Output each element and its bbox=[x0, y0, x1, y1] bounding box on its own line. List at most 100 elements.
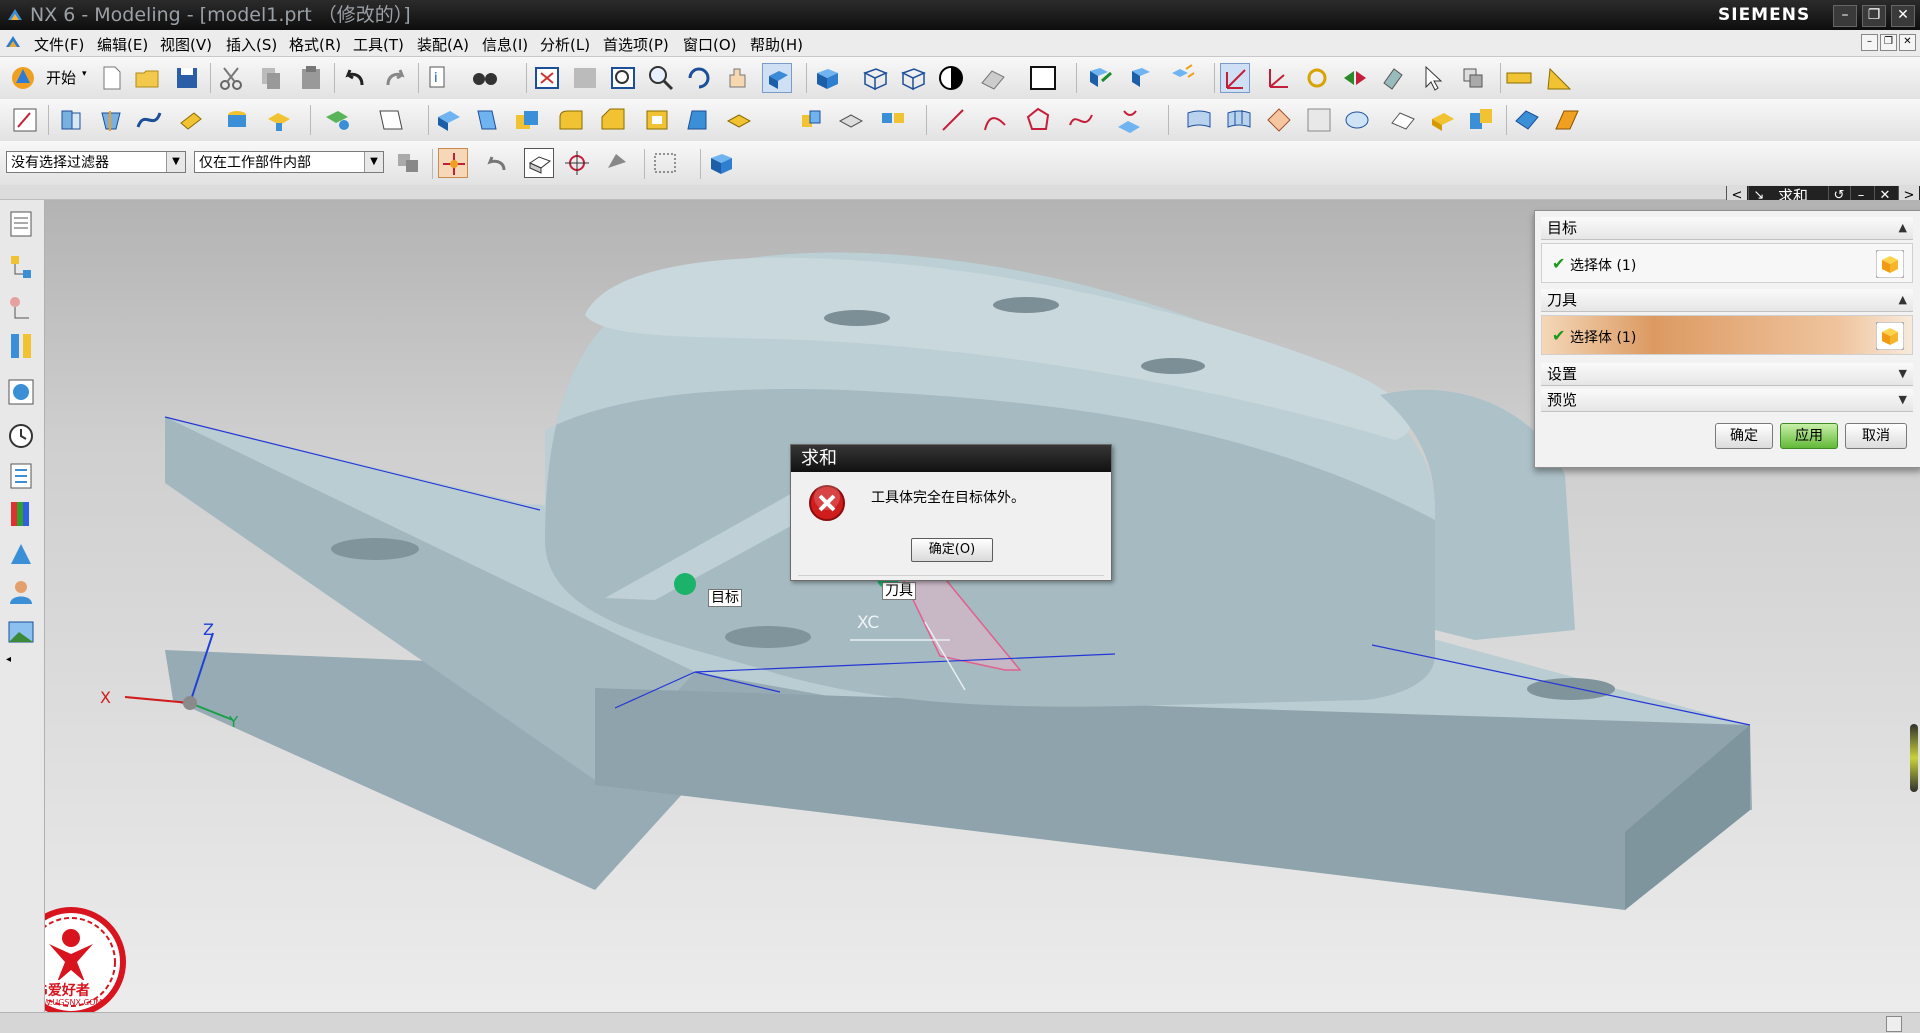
measure-angle-icon[interactable] bbox=[1544, 63, 1574, 93]
spline-icon[interactable] bbox=[1066, 105, 1096, 135]
pan-icon[interactable] bbox=[722, 63, 752, 93]
menu-preferences[interactable]: 首选项(P) bbox=[603, 34, 669, 55]
menu-window[interactable]: 窗口(O) bbox=[683, 34, 737, 55]
paste-icon[interactable] bbox=[296, 63, 326, 93]
filter-icon[interactable] bbox=[394, 148, 424, 178]
block-icon[interactable] bbox=[434, 105, 464, 135]
menu-insert[interactable]: 插入(S) bbox=[226, 34, 277, 55]
start-label[interactable]: 开始 bbox=[46, 67, 76, 88]
rotate-object-icon[interactable] bbox=[1126, 63, 1156, 93]
shaded-icon[interactable] bbox=[812, 63, 842, 93]
shaded-with-edges-icon[interactable] bbox=[762, 63, 792, 93]
extrude-icon[interactable] bbox=[56, 105, 86, 135]
trimetric-view-icon[interactable] bbox=[898, 63, 928, 93]
through-curves-icon[interactable] bbox=[1184, 105, 1214, 135]
selection-scope-dropdown[interactable]: 仅在工作部件内部 ▼ bbox=[194, 151, 384, 173]
history-icon[interactable] bbox=[5, 420, 37, 452]
unite-icon[interactable] bbox=[512, 105, 542, 135]
measure-distance-icon[interactable] bbox=[1504, 63, 1534, 93]
roles-icon[interactable] bbox=[5, 576, 37, 608]
n-sided-surface-icon[interactable] bbox=[1264, 105, 1294, 135]
studio-icon[interactable] bbox=[936, 63, 966, 93]
app-menu-icon[interactable] bbox=[4, 33, 22, 51]
tube-icon[interactable] bbox=[176, 105, 206, 135]
datum-csys-icon[interactable] bbox=[376, 105, 406, 135]
wcs-orient-icon[interactable] bbox=[1340, 63, 1370, 93]
web-browser-icon[interactable] bbox=[5, 376, 37, 408]
status-resize-grip-icon[interactable] bbox=[1886, 1016, 1902, 1032]
new-file-icon[interactable] bbox=[96, 63, 126, 93]
redo-icon[interactable] bbox=[380, 63, 410, 93]
snap-point-icon[interactable] bbox=[438, 148, 468, 178]
menu-edit[interactable]: 编辑(E) bbox=[97, 34, 148, 55]
zoom-icon[interactable] bbox=[608, 63, 638, 93]
cancel-button[interactable]: 取消 bbox=[1845, 423, 1907, 449]
scale-body-icon[interactable] bbox=[836, 105, 866, 135]
menu-view[interactable]: 视图(V) bbox=[160, 34, 212, 55]
arc-icon[interactable] bbox=[980, 105, 1010, 135]
chamfer-icon[interactable] bbox=[598, 105, 628, 135]
select-cursor-icon[interactable] bbox=[1418, 63, 1448, 93]
menu-help[interactable]: 帮助(H) bbox=[750, 34, 803, 55]
move-object-icon[interactable] bbox=[1084, 63, 1114, 93]
restore-button[interactable]: ❐ bbox=[1862, 5, 1886, 27]
isometric-view-icon[interactable] bbox=[860, 63, 890, 93]
wcs-dynamics-icon[interactable] bbox=[1220, 63, 1250, 93]
selection-filter-dropdown[interactable]: 没有选择过滤器 ▼ bbox=[6, 151, 186, 173]
zoom-in-out-icon[interactable] bbox=[646, 63, 676, 93]
part-navigator-icon[interactable] bbox=[5, 250, 37, 282]
save-icon[interactable] bbox=[172, 63, 202, 93]
tool-section-header[interactable]: 刀具 ▲ bbox=[1541, 289, 1913, 312]
process-studio-icon[interactable] bbox=[5, 538, 37, 570]
open-folder-icon[interactable] bbox=[132, 63, 162, 93]
edge-blend-icon[interactable] bbox=[556, 105, 586, 135]
constraint-navigator-icon[interactable] bbox=[5, 292, 37, 324]
thicken-icon[interactable] bbox=[1428, 105, 1458, 135]
drag-icon[interactable] bbox=[1458, 63, 1488, 93]
tool-select-row[interactable]: ✔ 选择体 (1) bbox=[1541, 315, 1913, 355]
menu-information[interactable]: 信息(I) bbox=[482, 34, 528, 55]
pattern-icon[interactable] bbox=[878, 105, 908, 135]
transform-icon[interactable] bbox=[1166, 63, 1196, 93]
polygon-icon[interactable] bbox=[1024, 105, 1054, 135]
offset-face-icon[interactable] bbox=[796, 105, 826, 135]
cut-icon[interactable] bbox=[216, 63, 246, 93]
doc-minimize-button[interactable]: – bbox=[1861, 34, 1878, 51]
menu-file[interactable]: 文件(F) bbox=[34, 34, 84, 55]
system-materials-icon[interactable] bbox=[5, 460, 37, 492]
curve-mesh-icon[interactable] bbox=[1224, 105, 1254, 135]
target-select-row[interactable]: ✔ 选择体 (1) bbox=[1541, 243, 1913, 283]
section-view-icon[interactable] bbox=[978, 63, 1008, 93]
scroll-indicator[interactable] bbox=[1910, 724, 1918, 792]
target-section-header[interactable]: 目标 ▲ bbox=[1541, 217, 1913, 240]
error-ok-button[interactable]: 确定(O) bbox=[911, 538, 993, 562]
minimize-button[interactable]: – bbox=[1833, 5, 1857, 27]
start-dropdown-icon[interactable]: ▾ bbox=[82, 69, 87, 79]
surface-analysis-icon[interactable] bbox=[1342, 105, 1372, 135]
undo-icon[interactable] bbox=[340, 63, 370, 93]
revolve-icon[interactable] bbox=[96, 105, 126, 135]
draft-icon[interactable] bbox=[682, 105, 712, 135]
blank-icon[interactable] bbox=[1304, 105, 1334, 135]
select-body-cube-icon[interactable] bbox=[1876, 250, 1904, 278]
system-scenes-icon[interactable] bbox=[5, 616, 37, 648]
cylinder-icon[interactable] bbox=[472, 105, 502, 135]
menu-format[interactable]: 格式(R) bbox=[289, 34, 341, 55]
boss-icon[interactable] bbox=[222, 105, 252, 135]
select-all-icon[interactable] bbox=[602, 148, 632, 178]
move-face-icon[interactable] bbox=[1552, 105, 1582, 135]
ok-button[interactable]: 确定 bbox=[1715, 423, 1773, 449]
rotate-icon[interactable] bbox=[684, 63, 714, 93]
datum-plane-icon[interactable] bbox=[322, 105, 352, 135]
shell-icon[interactable] bbox=[642, 105, 672, 135]
background-icon[interactable] bbox=[1028, 63, 1058, 93]
trim-body-icon[interactable] bbox=[724, 105, 754, 135]
close-button[interactable]: ✕ bbox=[1891, 5, 1915, 27]
palette-icon[interactable] bbox=[5, 498, 37, 530]
project-curve-icon[interactable] bbox=[1114, 105, 1144, 135]
sketch-icon[interactable] bbox=[10, 105, 40, 135]
line-icon[interactable] bbox=[938, 105, 968, 135]
assembly-navigator-icon[interactable] bbox=[5, 208, 37, 240]
apply-button[interactable]: 应用 bbox=[1780, 423, 1838, 449]
binoculars-icon[interactable] bbox=[470, 63, 500, 93]
